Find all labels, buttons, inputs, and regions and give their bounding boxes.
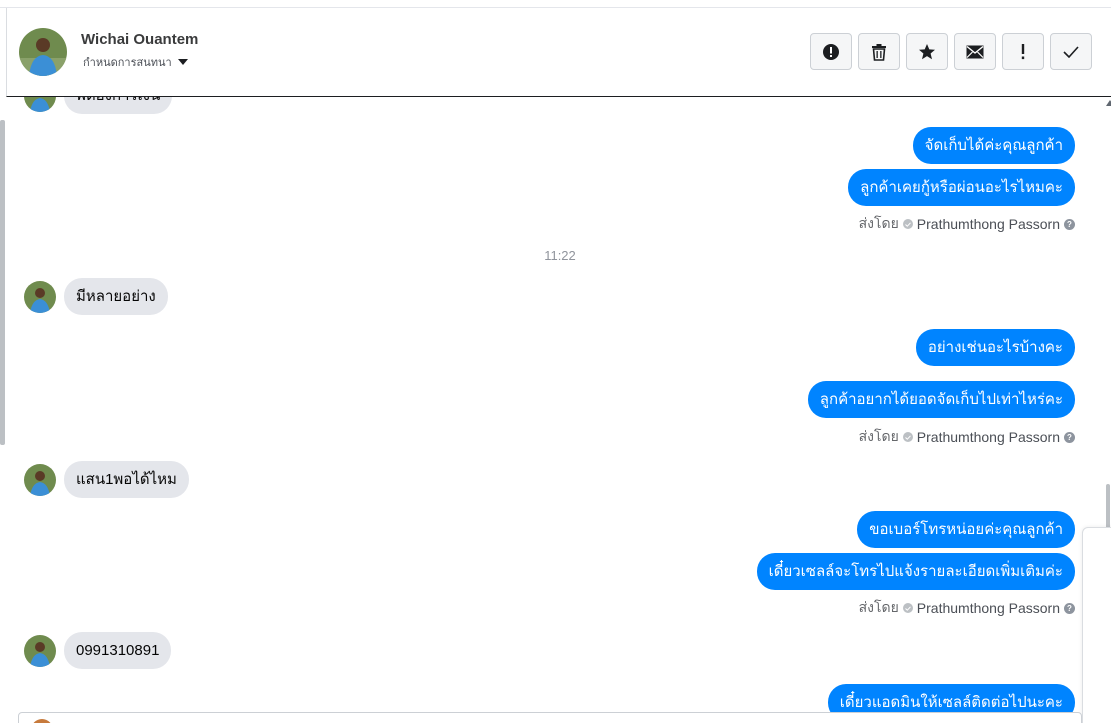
incoming-message: 0991310891 [64,632,172,669]
message-row-incoming: พี่ต้องการเงิน [24,97,173,114]
checkmark-icon [1063,45,1079,58]
delete-button[interactable] [858,33,900,70]
contact-avatar[interactable] [19,28,67,76]
right-scrollbar[interactable] [1106,484,1110,532]
contact-avatar-small [24,463,56,496]
outgoing-message: ขอเบอร์โทรหน่อยค่ะคุณลูกค้า [857,511,1075,548]
alert-circle-icon [823,43,839,60]
message-thread: พี่ต้องการเงิน จัดเก็บได้ค่ะคุณลูกค้า ลู… [6,97,1106,712]
trash-icon [872,43,886,61]
outgoing-message: ลูกค้าเคยกู้หรือผ่อนอะไรไหมคะ [848,169,1075,206]
message-row-incoming: 0991310891 [24,632,172,669]
sent-by-label: ส่งโดย Prathumthong Passorn ? [859,597,1075,619]
sent-by-prefix: ส่งโดย [858,215,899,231]
assign-conversation-dropdown[interactable]: กำหนดการสนทนา [83,53,188,71]
spam-button[interactable] [810,33,852,70]
follow-up-button[interactable] [1002,33,1044,70]
contact-avatar-small [24,280,56,313]
left-scrollbar[interactable] [0,120,5,445]
verified-icon [902,603,913,613]
sent-by-prefix: ส่งโดย [858,599,899,615]
verified-icon [902,432,913,442]
conversation-actions [810,33,1092,70]
sent-by-prefix: ส่งโดย [858,428,899,444]
sent-by-agent[interactable]: Prathumthong Passorn [917,216,1060,232]
mark-unread-button[interactable] [954,33,996,70]
outgoing-message: เดี๋ยวแอดมินให้เซลล์ติดต่อไปนะคะ [827,684,1075,712]
help-icon[interactable]: ? [1064,218,1075,230]
conversation-header: Wichai Ouantem กำหนดการสนทนา [6,8,1111,97]
page-avatar [31,719,53,723]
message-composer[interactable] [18,712,1082,723]
contact-name: Wichai Ouantem [81,31,199,48]
verified-icon [902,219,913,229]
envelope-icon [966,45,984,58]
sent-by-label: ส่งโดย Prathumthong Passorn ? [859,213,1075,235]
top-bar [0,0,1111,8]
star-icon [919,43,935,59]
contact-avatar-small [24,97,56,112]
help-icon[interactable]: ? [1064,431,1075,443]
done-button[interactable] [1050,33,1092,70]
sent-by-agent[interactable]: Prathumthong Passorn [917,429,1060,445]
side-panel [1082,527,1111,723]
sent-by-agent[interactable]: Prathumthong Passorn [917,600,1060,616]
message-row-incoming: แสน1พอได้ไหม [24,461,189,498]
incoming-message: มีหลายอย่าง [64,278,168,315]
contact-avatar-small [24,634,56,667]
incoming-message: พี่ต้องการเงิน [64,97,173,114]
assign-conversation-label: กำหนดการสนทนา [83,57,172,69]
star-button[interactable] [906,33,948,70]
scroll-up-arrow-icon[interactable] [1106,100,1111,106]
outgoing-message: เดี๋ยวเซลล์จะโทรไปแจ้งรายละเอียดเพิ่มเติ… [756,553,1075,590]
outgoing-message: จัดเก็บได้ค่ะคุณลูกค้า [912,127,1075,164]
incoming-message: แสน1พอได้ไหม [64,461,189,498]
sent-by-label: ส่งโดย Prathumthong Passorn ? [859,426,1075,448]
caret-down-icon [177,59,188,65]
outgoing-message: อย่างเช่นอะไรบ้างคะ [915,329,1075,366]
help-icon[interactable]: ? [1064,602,1075,614]
message-row-incoming: มีหลายอย่าง [24,278,168,315]
outgoing-message: ลูกค้าอยากได้ยอดจัดเก็บไปเท่าไหร่คะ [807,381,1075,418]
message-timestamp: 11:22 [544,248,576,263]
exclamation-icon [1021,43,1025,59]
